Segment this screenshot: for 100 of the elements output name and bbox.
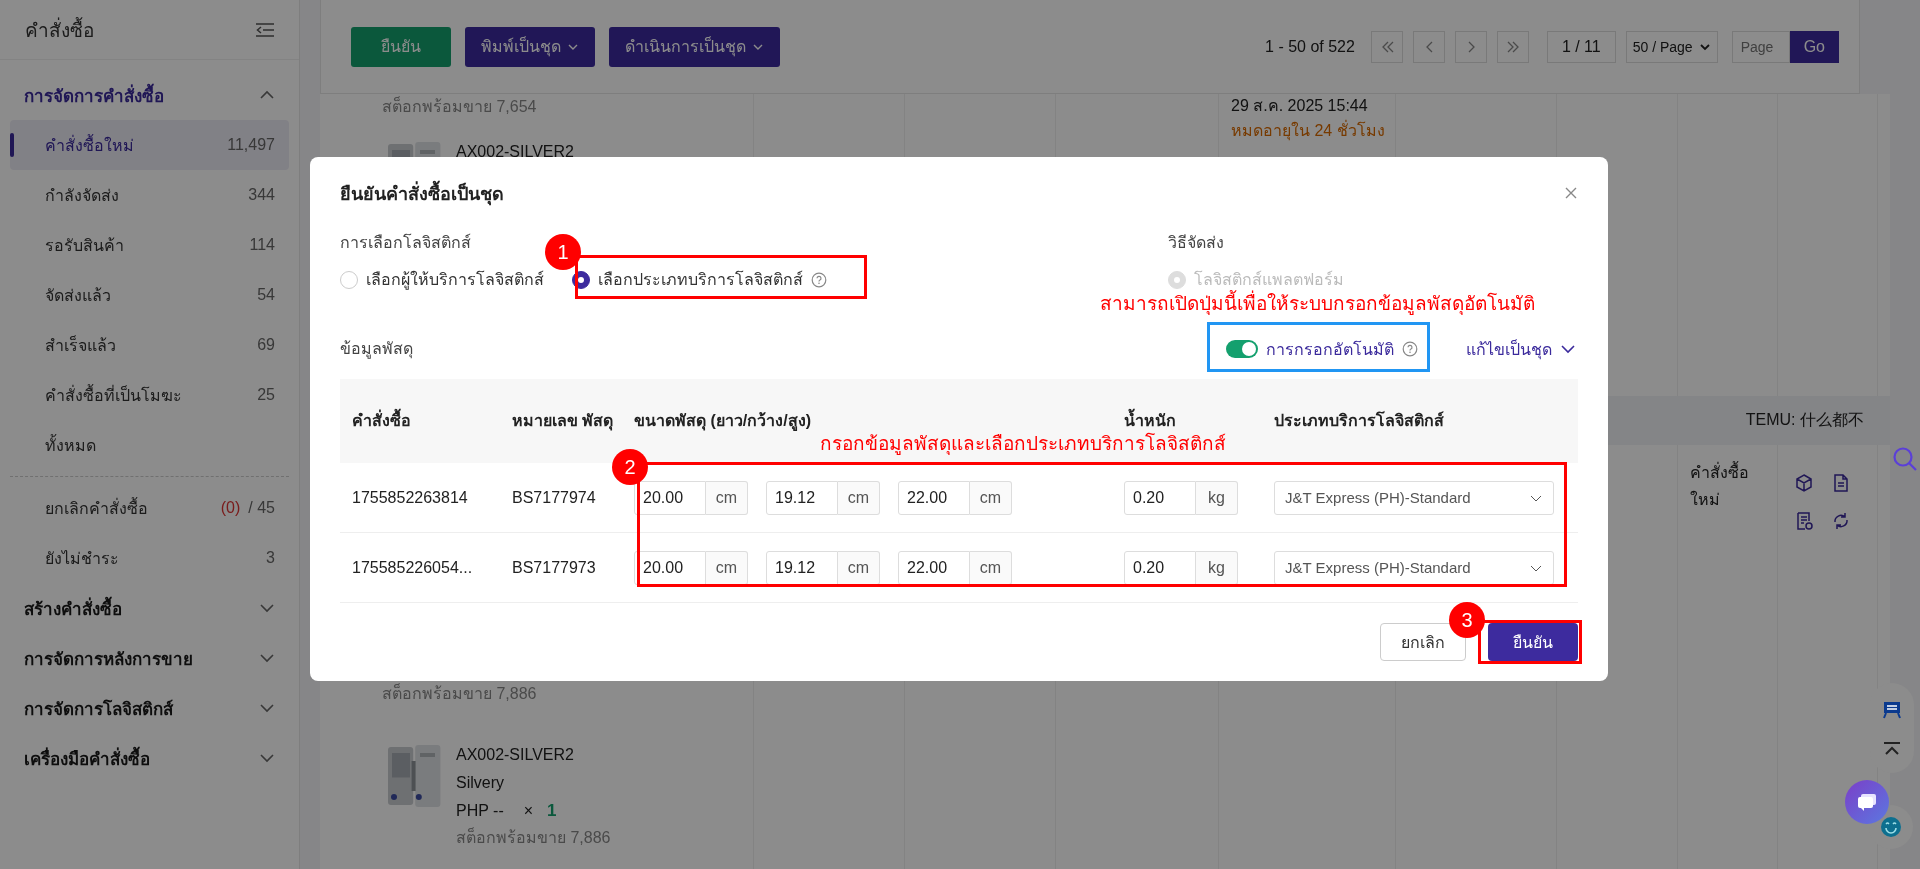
column-header: ประเภทบริการโลจิสติกส์ (1273, 410, 1445, 431)
back-to-top-icon[interactable] (1883, 742, 1901, 756)
field-label: วิธีจัดส่ง (1168, 233, 1224, 253)
unit-label: cm (706, 550, 748, 585)
page-input[interactable]: Page (1731, 30, 1790, 63)
stock-text: สต็อกพร้อมขาย 7,654 (382, 95, 538, 117)
item-count: 25 (257, 386, 275, 404)
help-icon (1402, 341, 1418, 357)
board-icon[interactable] (1882, 700, 1902, 720)
box-icon[interactable] (1794, 473, 1814, 493)
confirm-button[interactable]: ยืนยัน (1488, 623, 1578, 661)
sidebar-section[interactable]: การจัดการโลจิสติกส์ (10, 683, 289, 733)
item-label: ยกเลิกคำสั่งซื้อ (45, 496, 148, 519)
refresh-icon[interactable] (1831, 511, 1851, 531)
document-icon[interactable] (1831, 473, 1851, 493)
item-label: สำเร็จแล้ว (45, 334, 116, 356)
sidebar-section[interactable]: การจัดการหลังการขาย (10, 633, 289, 683)
batch-edit-link[interactable]: แก้ไขเป็นชุด (1466, 336, 1576, 362)
unit-label: cm (838, 550, 880, 585)
sidebar-title: คำสั่งซื้อ (25, 16, 94, 43)
sidebar-item[interactable]: ยกเลิกคำสั่งซื้อ (0) / 45 (10, 483, 289, 533)
go-button[interactable]: Go (1789, 30, 1839, 63)
sidebar-item[interactable]: คำสั่งซื้อที่เป็นโมฆะ 25 (10, 370, 289, 420)
input-field[interactable]: 19.12 (766, 480, 838, 515)
section-label: สร้างคำสั่งซื้อ (24, 594, 122, 622)
step-badge: 3 (1449, 602, 1485, 638)
page-size-select[interactable]: 50 / Page (1625, 30, 1718, 63)
chat-icon (1857, 793, 1877, 811)
close-icon[interactable] (1564, 186, 1578, 200)
dropdown-button[interactable]: พิมพ์เป็นชุด (465, 26, 595, 67)
table-cell-text: BS7177973 (511, 558, 597, 577)
item-count: 69 (257, 336, 275, 354)
dropdown-button[interactable]: ดำเนินการเป็นชุด (609, 26, 780, 67)
dialog-title: ยืนยันคำสั่งซื้อเป็นชุด (340, 178, 504, 208)
unit-label: kg (1196, 550, 1238, 585)
annotation-note: กรอกข้อมูลพัสดุและเลือกประเภทบริการโลจิสติกส์ (820, 431, 1226, 457)
section-label: ข้อมูลพัสดุ (340, 339, 413, 361)
item-label: จัดส่งแล้ว (45, 285, 111, 306)
item-count: 3 (266, 549, 275, 567)
unit-label: cm (706, 480, 748, 515)
item-label: รอรับสินค้า (45, 235, 124, 256)
item-label: ยังไม่ชำระ (45, 548, 119, 569)
column-header: คำสั่งซื้อ (340, 408, 480, 434)
sidebar-item[interactable]: ทั้งหมด (10, 420, 289, 470)
search-icon[interactable] (1892, 446, 1918, 472)
section-label: การจัดการหลังการขาย (24, 648, 193, 671)
item-count: 54 (257, 286, 275, 304)
order-date: 29 ส.ค. 2025 15:44 (1231, 96, 1369, 116)
sidebar-section[interactable]: การจัดการคำสั่งซื้อ (10, 70, 289, 120)
unit-label: cm (970, 480, 1012, 515)
item-label: ทั้งหมด (45, 433, 96, 456)
section-label: การจัดการโลจิสติกส์ (24, 698, 173, 721)
item-count: 114 (249, 236, 275, 254)
quantity: 1 (547, 801, 557, 821)
item-count: (0) (220, 499, 241, 517)
unit-label: cm (970, 550, 1012, 585)
input-field[interactable]: 0.20 (1124, 480, 1196, 515)
multiply-sign: × (523, 802, 534, 820)
section-label: เครื่องมือคำสั่งซื้อ (24, 744, 150, 772)
toggle-switch[interactable] (1226, 340, 1258, 358)
toggle-label: การกรอกอัตโนมัติ (1266, 339, 1394, 360)
item-label: คำสั่งซื้อใหม่ (45, 133, 134, 156)
expiry-text: หมดอายุใน 24 ชั่วโมง (1231, 119, 1386, 143)
item-count: / 45 (248, 499, 275, 517)
annotation-note: สามารถเปิดปุ่มนี้เพื่อให้ระบบกรอกข้อมูลพัสดุอัตโนมัติ (1100, 289, 1535, 317)
smiley-icon (1880, 816, 1902, 838)
step-badge: 1 (545, 234, 581, 270)
item-label: กำลังจัดส่ง (45, 185, 119, 206)
sidebar-item[interactable]: จัดส่งแล้ว 54 (10, 270, 289, 320)
input-field[interactable]: 20.00 (634, 480, 706, 515)
help-icon (811, 271, 827, 288)
table-cell-text: 175585226054... (351, 558, 474, 577)
radio-option[interactable]: เลือกประเภทบริการโลจิสติกส์ (572, 267, 827, 292)
field-label: การเลือกโลจิสติกส์ (340, 232, 471, 253)
page-range: 1 - 50 of 522 (1265, 37, 1355, 56)
product-sku: AX002-SILVER2 (456, 142, 574, 162)
page-indicator: 1 / 11 (1546, 30, 1616, 63)
sidebar-section[interactable]: สร้างคำสั่งซื้อ (10, 583, 289, 633)
service-select[interactable]: J&T Express (PH)-Standard (1274, 480, 1554, 515)
product-price: PHP -- (456, 801, 504, 821)
sidebar-item[interactable]: รอรับสินค้า 114 (10, 220, 289, 270)
collapse-menu-icon[interactable] (255, 21, 275, 38)
store-name: TEMU: 什么都不 (1745, 410, 1864, 430)
sidebar-item[interactable]: กำลังจัดส่ง 344 (10, 170, 289, 220)
stock-text: สต็อกพร้อมขาย 7,886 (382, 682, 537, 704)
document-edit-icon[interactable] (1794, 511, 1814, 531)
column-header: ขนาดพัสดุ (ยาว/กว้าง/สูง) (633, 411, 812, 433)
radio-option[interactable]: เลือกผู้ให้บริการโลจิสติกส์ (340, 267, 544, 292)
table-cell-text: 1755852263814 (351, 488, 469, 507)
item-count: 344 (248, 186, 275, 204)
item-label: คำสั่งซื้อที่เป็นโมฆะ (45, 383, 182, 406)
table-cell-text: BS7177974 (511, 488, 597, 507)
input-field[interactable]: 22.00 (898, 480, 970, 515)
sidebar-section[interactable]: เครื่องมือคำสั่งซื้อ (10, 733, 289, 783)
stock-text: สต็อกพร้อมขาย 7,886 (456, 826, 611, 848)
sidebar-item[interactable]: คำสั่งซื้อใหม่ 11,497 (10, 120, 289, 170)
sidebar-item[interactable]: ยังไม่ชำระ 3 (10, 533, 289, 583)
order-status: คำสั่งซื้อใหม่ (1690, 459, 1770, 513)
product-variant: Silvery (456, 773, 505, 793)
sidebar-item[interactable]: สำเร็จแล้ว 69 (10, 320, 289, 370)
